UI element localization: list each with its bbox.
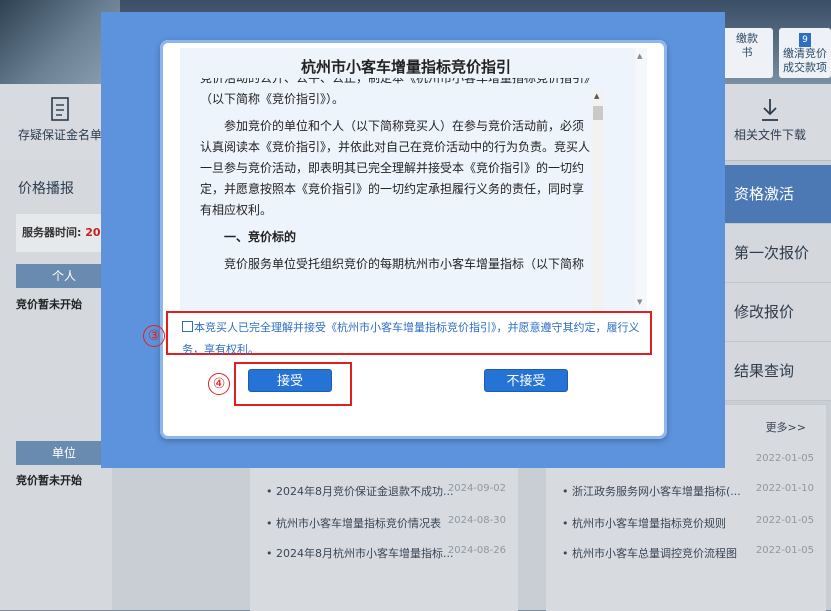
inner-scrollbar[interactable]: ▲ <box>592 90 604 310</box>
nav-item-downloads-label: 相关文件下载 <box>734 128 807 142</box>
news-title: 杭州市小客车增量指标竞价情况表 <box>276 517 441 530</box>
more-link[interactable]: 更多>> <box>766 419 806 435</box>
list-item[interactable]: • 2024年8月杭州市小客车增量指标... 2024-08-26 <box>266 545 506 561</box>
banner-link-pay-deal-label: 缴清竞价 成交款项 <box>783 47 827 74</box>
list-item[interactable]: • 杭州市小客车增量指标竞价情况表 2024-08-30 <box>266 515 506 531</box>
nav-item-downloads[interactable]: 相关文件下载 <box>734 96 806 143</box>
menu-modify-bid[interactable]: 修改报价 <box>720 283 831 342</box>
list-item[interactable]: • 杭州市小客车总量调控竞价流程图 2022-01-05 <box>562 545 814 561</box>
news-date: 2024-09-02 <box>447 483 506 494</box>
server-time-value: 20 <box>85 226 101 239</box>
agree-checkbox[interactable] <box>182 321 193 332</box>
news-date: 2022-01-05 <box>755 453 814 464</box>
banner-links: 缴款 书 9 缴清竞价 成交款项 <box>721 28 831 78</box>
news-date: 2024-08-30 <box>447 515 506 526</box>
nav-item-deposit-list[interactable]: 存疑保证金名单 <box>18 96 102 143</box>
unit-tab[interactable]: 单位 <box>16 441 112 465</box>
document-list-icon <box>51 97 69 121</box>
nav-item-deposit-list-label: 存疑保证金名单 <box>18 128 103 142</box>
banner-link-payment-notice[interactable]: 缴款 书 <box>721 28 773 78</box>
guide-paragraph: 参加竞价的单位和个人（以下简称竞买人）在参与竞价活动前，必须认真阅读本《竞价指引… <box>200 119 591 217</box>
scroll-thumb[interactable] <box>593 106 603 120</box>
news-title: 杭州市小客车增量指标竞价规则 <box>572 517 726 530</box>
guide-paragraph: 竞价服务单位受托组织竞价的每期杭州市小客车增量指标（以下简称 <box>224 257 585 271</box>
bidding-guide-dialog: 杭州市小客车增量指标竞价指引 竞价活动的公开、公平、公正，制定本《杭州市小客车增… <box>143 40 667 439</box>
price-broadcast-title: 价格播报 <box>18 181 74 197</box>
guide-section-heading: 一、竞价标的 <box>224 230 297 244</box>
menu-first-bid[interactable]: 第一次报价 <box>720 224 831 283</box>
guide-scroll-area[interactable]: 竞价活动的公开、公平、公正，制定本《杭州市小客车增量指标竞价指引》（以下简称《竞… <box>200 78 592 296</box>
menu-qualification-activation[interactable]: 资格激活 <box>720 165 831 224</box>
news-date: 2024-08-26 <box>447 545 506 556</box>
annotation-marker-4: ④ <box>208 373 230 395</box>
news-date: 2022-01-10 <box>755 483 814 494</box>
scroll-up-arrow-icon[interactable]: ▲ <box>594 92 599 100</box>
news-title: 杭州市小客车总量调控竞价流程图 <box>572 547 737 560</box>
agreement-label[interactable]: 本竞买人已完全理解并接受《杭州市小客车增量指标竞价指引》，并愿意遵守其约定，履行… <box>182 317 652 361</box>
list-item[interactable]: • 杭州市小客车增量指标竞价规则 2022-01-05 <box>562 515 814 531</box>
outer-scrollbar[interactable]: ▲ ▼ <box>635 48 647 310</box>
personal-tab[interactable]: 个人 <box>16 264 112 288</box>
list-item[interactable]: • 浙江政务服务网小客车增量指标(... 2022-01-10 <box>562 483 814 499</box>
news-title: 浙江政务服务网小客车增量指标(... <box>572 485 741 498</box>
news-date: 2022-01-05 <box>755 545 814 556</box>
banner-link-pay-deal[interactable]: 9 缴清竞价 成交款项 <box>779 28 831 78</box>
scroll-up-arrow-icon[interactable]: ▲ <box>637 52 642 60</box>
server-time-label: 服务器时间: <box>22 226 82 239</box>
banner-link-payment-notice-label: 缴款 书 <box>736 32 758 59</box>
guide-lead: 竞价活动的公开、公平、公正，制定本《杭州市小客车增量指标竞价指引》（以下简称《竞… <box>200 78 591 106</box>
agreement-text: 本竞买人已完全理解并接受《杭州市小客车增量指标竞价指引》，并愿意遵守其约定，履行… <box>182 321 640 356</box>
server-time: 服务器时间: 20 <box>16 214 112 252</box>
menu-result-query[interactable]: 结果查询 <box>720 342 831 401</box>
reject-button[interactable]: 不接受 <box>484 369 568 392</box>
guide-document: 杭州市小客车增量指标竞价指引 竞价活动的公开、公平、公正，制定本《杭州市小客车增… <box>180 48 647 310</box>
guide-text: 竞价活动的公开、公平、公正，制定本《杭州市小客车增量指标竞价指引》（以下简称《竞… <box>200 78 592 275</box>
agreement-highlight-box: ③ 本竞买人已完全理解并接受《杭州市小客车增量指标竞价指引》，并愿意遵守其约定，… <box>143 311 652 356</box>
annotation-marker-3: ③ <box>143 325 165 347</box>
news-title: 2024年8月杭州市小客车增量指标... <box>276 547 454 560</box>
scroll-down-arrow-icon[interactable]: ▼ <box>637 298 642 306</box>
news-date: 2022-01-05 <box>755 515 814 526</box>
accept-button[interactable]: 接受 <box>248 369 332 392</box>
dialog-title: 杭州市小客车增量指标竞价指引 <box>300 58 511 76</box>
unit-status: 竞价暂未开始 <box>16 474 82 487</box>
list-item[interactable]: • 2024年8月竞价保证金退款不成功... 2024-09-02 <box>266 483 506 499</box>
personal-status: 竞价暂未开始 <box>16 298 82 311</box>
bidding-menu: 资格激活 第一次报价 修改报价 结果查询 <box>720 165 831 405</box>
news-title: 2024年8月竞价保证金退款不成功... <box>276 485 454 498</box>
download-icon <box>762 99 778 121</box>
step-number-badge: 9 <box>799 33 811 47</box>
